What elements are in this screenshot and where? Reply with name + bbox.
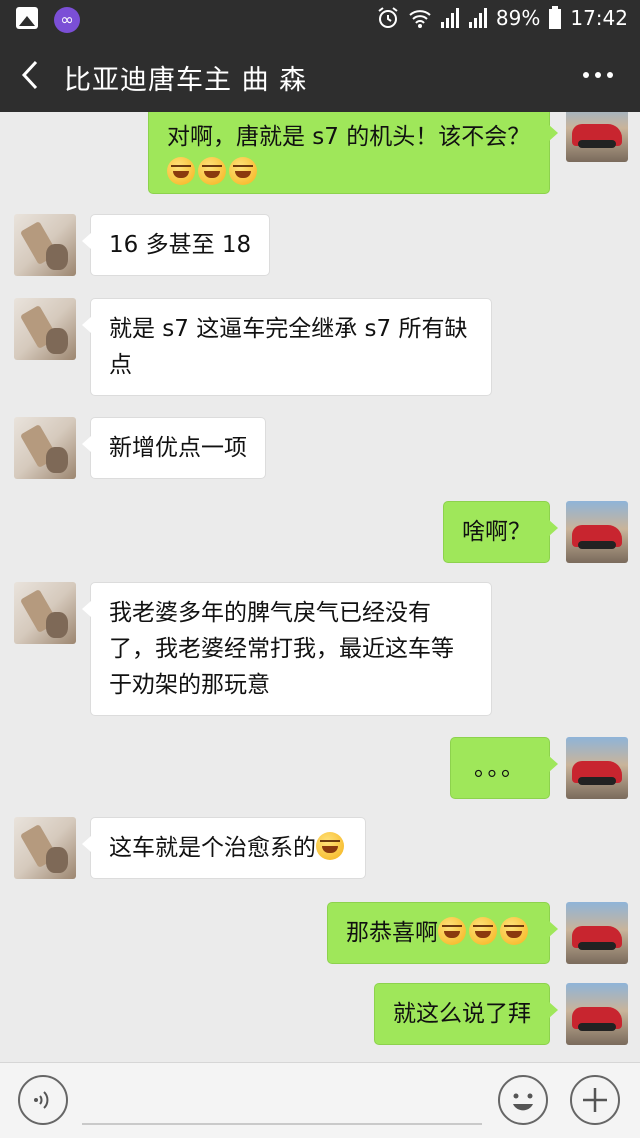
- battery-icon: [548, 6, 562, 30]
- message-bubble[interactable]: 。。。: [450, 737, 558, 799]
- emoji-button[interactable]: [498, 1075, 548, 1125]
- message-text: 那恭喜啊: [346, 920, 438, 946]
- infinity-app-icon: ∞: [54, 7, 80, 33]
- message-bubble[interactable]: 啥啊？: [443, 501, 558, 563]
- chevron-left-icon: [21, 60, 38, 90]
- avatar[interactable]: [14, 817, 76, 879]
- chat-title: 比亚迪唐车主 曲 森: [64, 65, 308, 96]
- battery-percent: 89%: [495, 6, 541, 30]
- message-text: 16 多甚至 18: [109, 232, 252, 258]
- laugh-cry-emoji-icon: [229, 157, 257, 185]
- message-text: 新增优点一项: [109, 435, 247, 461]
- alarm-icon: [376, 6, 400, 30]
- input-bar: [0, 1062, 640, 1138]
- laugh-cry-emoji-icon: [198, 157, 226, 185]
- avatar[interactable]: [566, 112, 628, 162]
- more-dots-icon: [583, 72, 613, 78]
- gallery-icon: [16, 7, 38, 29]
- message-text: 这车就是个治愈系的: [109, 835, 316, 861]
- chat-header: 比亚迪唐车主 曲 森: [0, 38, 640, 112]
- avatar[interactable]: [14, 298, 76, 360]
- message-input[interactable]: [82, 1077, 482, 1125]
- message-text: 。。。: [474, 755, 526, 781]
- more-button[interactable]: [578, 60, 618, 90]
- voice-button[interactable]: [18, 1075, 68, 1125]
- avatar[interactable]: [566, 737, 628, 799]
- message-bubble[interactable]: 我老婆多年的脾气戾气已经没有 了，我老婆经常打我，最近这车等 于劝架的那玩意: [82, 582, 492, 716]
- avatar[interactable]: [14, 417, 76, 479]
- voice-icon: [34, 1091, 49, 1109]
- avatar[interactable]: [566, 983, 628, 1045]
- message-bubble[interactable]: 16 多甚至 18: [81, 214, 271, 276]
- message-text: 就这么说了拜: [393, 1001, 531, 1027]
- message-bubble[interactable]: 这车就是个治愈系的: [82, 817, 366, 879]
- message-bubble[interactable]: 对啊，唐就是 s7 的机头！该不会？: [148, 112, 558, 194]
- message-bubble[interactable]: 就是 s7 这逼车完全继承 s7 所有缺 点: [82, 298, 492, 396]
- avatar[interactable]: [14, 214, 76, 276]
- laugh-cry-emoji-icon: [438, 917, 466, 945]
- message-bubble[interactable]: 就这么说了拜: [374, 983, 558, 1045]
- plus-icon: [583, 1088, 607, 1112]
- wifi-icon: [408, 7, 432, 29]
- message-text: 对啊，唐就是 s7 的机头！该不会？: [167, 124, 531, 150]
- message-text: 啥啊？: [462, 519, 531, 545]
- message-list[interactable]: 对啊，唐就是 s7 的机头！该不会？ 16 多甚至 18 就是 s7 这逼车完全…: [0, 112, 640, 1062]
- signal-icon: [440, 7, 460, 29]
- message-text: 我老婆多年的脾气戾气已经没有 了，我老婆经常打我，最近这车等 于劝架的那玩意: [109, 600, 454, 698]
- laugh-cry-emoji-icon: [167, 157, 195, 185]
- avatar[interactable]: [566, 902, 628, 964]
- back-button[interactable]: [14, 56, 50, 94]
- laugh-cry-emoji-icon: [500, 917, 528, 945]
- smirk-emoji-icon: [316, 832, 344, 860]
- signal-icon: [468, 7, 488, 29]
- message-text: 就是 s7 这逼车完全继承 s7 所有缺 点: [109, 316, 468, 378]
- message-bubble[interactable]: 那恭喜啊: [327, 902, 558, 964]
- status-bar: ∞ 89% 17:42: [0, 0, 640, 38]
- smiley-icon: [513, 1093, 533, 1111]
- status-time: 17:42: [570, 6, 628, 30]
- plus-button[interactable]: [570, 1075, 620, 1125]
- message-bubble[interactable]: 新增优点一项: [82, 417, 266, 479]
- avatar[interactable]: [14, 582, 76, 644]
- laugh-cry-emoji-icon: [469, 917, 497, 945]
- avatar[interactable]: [566, 501, 628, 563]
